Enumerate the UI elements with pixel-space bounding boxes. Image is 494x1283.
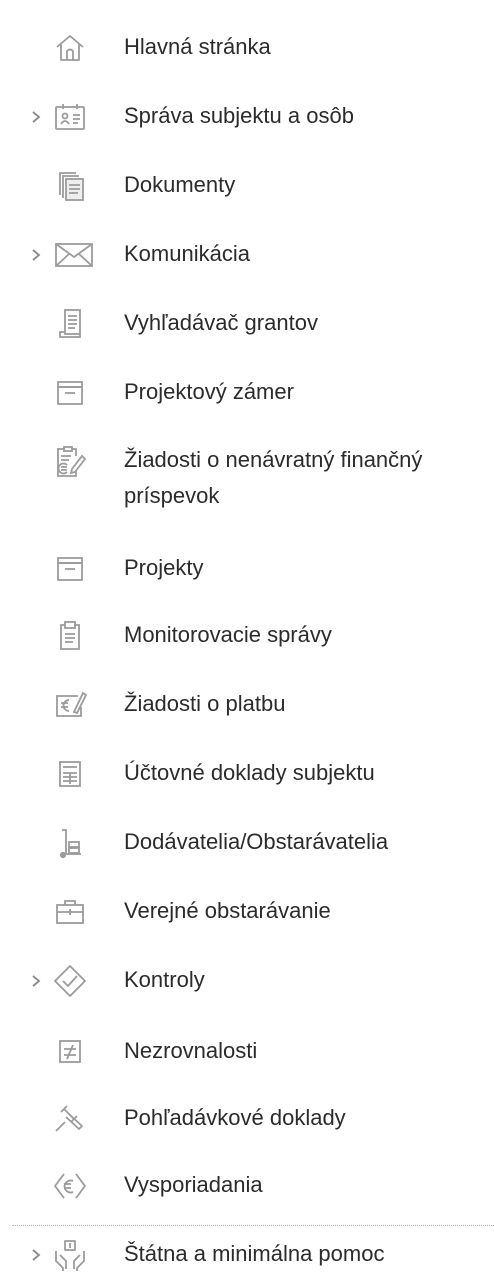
sidebar-item-projektovy-zamer[interactable]: Projektový zámer [0, 374, 494, 412]
sidebar-item-label: Hlavná stránka [124, 34, 271, 59]
sidebar-item-label: Žiadosti o platbu [124, 691, 286, 716]
sidebar-item-monitorovacie-spravy[interactable]: Monitorovacie správy [0, 617, 494, 655]
sidebar-item-projekty[interactable]: Projekty [0, 550, 494, 588]
sidebar-item-label: Verejné obstarávanie [124, 898, 331, 923]
euro-card-pen-icon [52, 687, 88, 723]
sidebar-item-pohladavkove-doklady[interactable]: Pohľadávkové doklady [0, 1100, 494, 1138]
sidebar-item-komunikacia[interactable]: Komunikácia [0, 236, 494, 274]
sidebar-menu: Hlavná stránka Správa subjektu a osôb Do… [0, 0, 494, 1283]
sidebar-item-label: Projekty [124, 555, 204, 580]
sidebar-item-label: Štátna a minimálna pomoc [124, 1241, 385, 1266]
sidebar-item-nezrovnalosti[interactable]: Nezrovnalosti [0, 1033, 494, 1071]
not-equal-icon [52, 1034, 88, 1070]
sidebar-item-label: Vysporiadania [124, 1172, 263, 1197]
sidebar-item-label: Žiadosti o nenávratný finančný príspevok [124, 447, 423, 508]
sidebar-item-label: Dokumenty [124, 172, 236, 197]
sidebar-item-label: Komunikácia [124, 241, 250, 266]
sidebar-item-label: Pohľadávkové doklady [124, 1105, 346, 1130]
helping-hands-icon [52, 1237, 88, 1273]
sidebar-item-dodavatelia[interactable]: Dodávatelia/Obstarávatelia [0, 824, 494, 862]
sidebar-item-label: Dodávatelia/Obstarávatelia [124, 829, 389, 854]
sidebar-item-verejne-obstaravanie[interactable]: Verejné obstarávanie [0, 893, 494, 931]
sidebar-item-label: Vyhľadávač grantov [124, 310, 318, 335]
sidebar-item-vyhladavac-grantov[interactable]: Vyhľadávač grantov [0, 305, 494, 343]
documents-icon [52, 168, 88, 204]
sidebar-item-vysporiadania[interactable]: Vysporiadania [0, 1167, 494, 1205]
sidebar-item-uctovne-doklady[interactable]: Účtovné doklady subjektu [0, 755, 494, 793]
home-icon [52, 30, 88, 66]
chevron-right-icon[interactable] [28, 1247, 44, 1263]
check-diamond-icon [52, 963, 88, 999]
sidebar-item-statna-pomoc[interactable]: Štátna a minimálna pomoc [0, 1236, 494, 1274]
ledger-icon [52, 756, 88, 792]
supplier-icon [52, 825, 88, 861]
sidebar-item-label: Účtovné doklady subjektu [124, 760, 375, 785]
archive-box-icon [52, 551, 88, 587]
briefcase-icon [52, 894, 88, 930]
clipboard-icon [52, 618, 88, 654]
sidebar-item-label: Projektový zámer [124, 379, 294, 404]
archive-box-icon [52, 375, 88, 411]
sidebar-item-dokumenty[interactable]: Dokumenty [0, 167, 494, 205]
sidebar-item-sprava-subjektu[interactable]: Správa subjektu a osôb [0, 98, 494, 136]
sidebar-item-label: Nezrovnalosti [124, 1038, 258, 1063]
sidebar-item-label: Monitorovacie správy [124, 622, 332, 647]
menu-divider [12, 1225, 494, 1226]
gavel-icon [52, 1101, 88, 1137]
sidebar-item-hlavna-stranka[interactable]: Hlavná stránka [0, 29, 494, 67]
sidebar-item-ziadosti-o-platbu[interactable]: Žiadosti o platbu [0, 686, 494, 724]
euro-diamond-icon [52, 1168, 88, 1204]
envelope-icon [54, 237, 94, 273]
sidebar-item-kontroly[interactable]: Kontroly [0, 962, 494, 1000]
chevron-right-icon[interactable] [28, 247, 44, 263]
euro-document-pen-icon [52, 444, 88, 480]
sidebar-item-ziadosti-nfp[interactable]: Žiadosti o nenávratný finančný príspevok [0, 442, 494, 520]
id-card-icon [52, 99, 88, 135]
chevron-right-icon[interactable] [28, 973, 44, 989]
chevron-right-icon[interactable] [28, 109, 44, 125]
sidebar-item-label: Správa subjektu a osôb [124, 103, 354, 128]
grant-search-icon [52, 306, 88, 342]
sidebar-item-label: Kontroly [124, 967, 205, 992]
